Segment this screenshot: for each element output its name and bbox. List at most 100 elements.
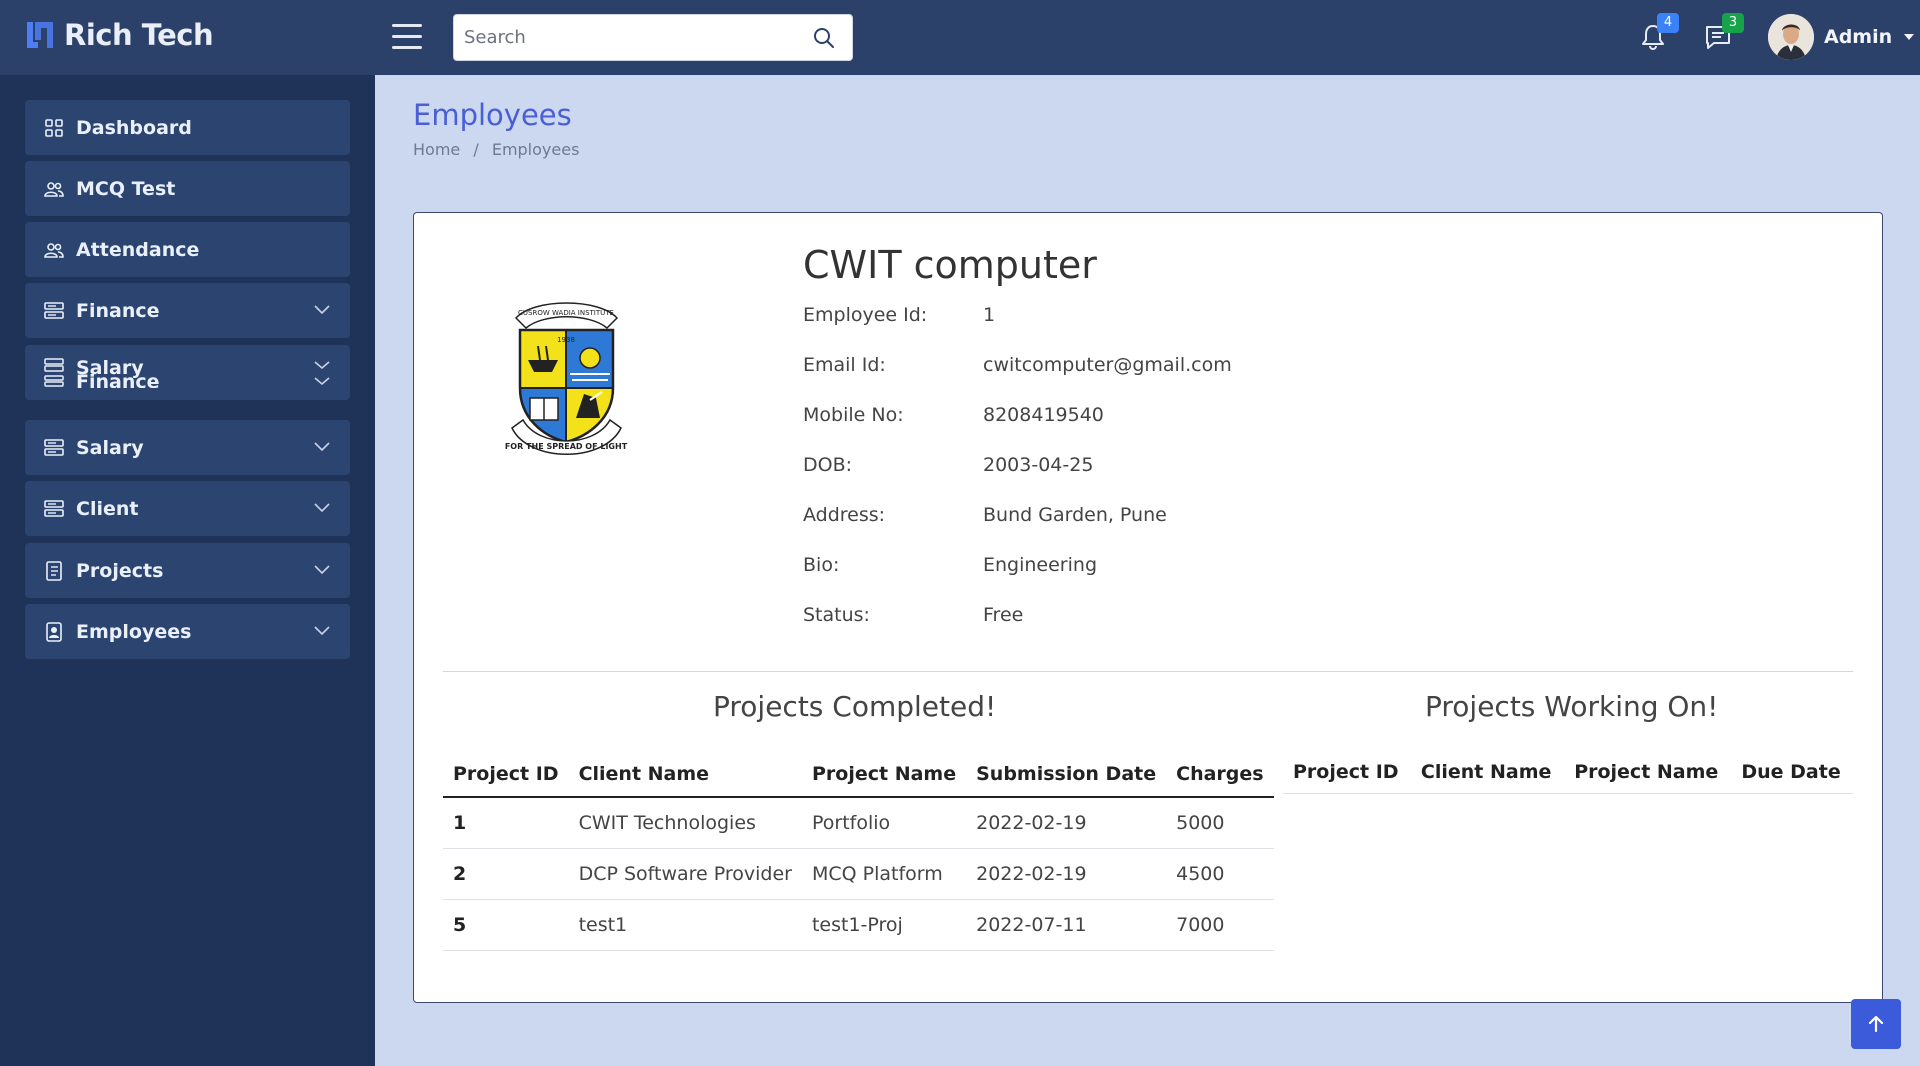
svg-text:1938: 1938: [557, 336, 575, 344]
table-header-row: Project ID Client Name Project Name Due …: [1283, 751, 1853, 794]
person-badge-icon: [46, 622, 62, 642]
field-label: Employee Id:: [803, 304, 928, 326]
projects-completed-table: Project ID Client Name Project Name Subm…: [443, 751, 1274, 951]
table-cell: 2022-02-19: [966, 797, 1167, 849]
user-menu[interactable]: Admin: [1768, 14, 1915, 60]
table-header-row: Project ID Client Name Project Name Subm…: [443, 751, 1274, 798]
table-row: 1 CWIT Technologies Portfolio 2022-02-19…: [443, 797, 1274, 849]
notifications-button[interactable]: 4: [1638, 13, 1679, 52]
user-name: Admin: [1824, 26, 1893, 48]
breadcrumb: Home / Employees: [413, 140, 580, 159]
sidebar-item-label: Projects: [76, 559, 164, 582]
sidebar-item-label: Finance: [76, 299, 160, 322]
brand-logo[interactable]: Rich Tech: [24, 18, 214, 52]
stack-icon: [44, 358, 64, 372]
table-row: 2 DCP Software Provider MCQ Platform 202…: [443, 848, 1274, 900]
chevron-down-icon: [314, 626, 330, 636]
chevron-down-icon: [314, 442, 330, 452]
sidebar-item-employees[interactable]: Employees: [25, 604, 350, 659]
institute-crest-logo: CUSROW WADIA INSTITUTE 1938 FOR THE SPRE…: [505, 302, 628, 455]
back-to-top-button[interactable]: [1851, 999, 1901, 1049]
logo-mark-icon: [27, 22, 53, 48]
field-value: 2003-04-25: [983, 454, 1094, 476]
column-header: Client Name: [1410, 751, 1565, 794]
table-cell: Portfolio: [801, 797, 967, 849]
table-cell: 5: [443, 899, 569, 951]
table-cell: 7000: [1166, 899, 1274, 951]
field-value: Engineering: [983, 554, 1097, 576]
sidebar-toggle-button[interactable]: [392, 24, 422, 50]
table-cell: 5000: [1166, 797, 1274, 849]
field-label: Bio:: [803, 554, 840, 576]
chevron-down-icon: [314, 305, 330, 315]
projects-working-table: Project ID Client Name Project Name Due …: [1283, 751, 1853, 794]
stack-icon: [44, 302, 64, 319]
messages-badge: 3: [1722, 13, 1744, 33]
field-value: 1: [983, 304, 996, 326]
sidebar-item-label: Client: [76, 497, 139, 520]
stack-icon: [44, 375, 64, 387]
search-input[interactable]: [454, 15, 794, 60]
sidebar: Dashboard MCQ Test Attendance Finance Sa…: [0, 75, 375, 1066]
sidebar-item-finance[interactable]: Finance: [25, 283, 350, 338]
table-cell: MCQ Platform: [801, 848, 967, 900]
chevron-down-icon: [314, 377, 330, 386]
field-value: Free: [983, 604, 1024, 626]
sidebar-item-label: Attendance: [76, 238, 200, 261]
field-label: Status:: [803, 604, 870, 626]
breadcrumb-home-link[interactable]: Home: [413, 140, 460, 159]
stack-icon: [44, 439, 64, 456]
projects-completed-title: Projects Completed!: [713, 690, 997, 723]
people-icon: [44, 182, 64, 197]
sidebar-item-salary-finance[interactable]: Salary Finance: [25, 345, 350, 400]
column-header: Project Name: [1564, 751, 1732, 794]
sidebar-item-projects[interactable]: Projects: [25, 543, 350, 598]
field-label: Address:: [803, 504, 886, 526]
top-header: Rich Tech 4 3: [0, 0, 1920, 75]
column-header: Client Name: [568, 751, 802, 798]
table-cell: 2022-02-19: [966, 848, 1167, 900]
column-header: Project Name: [801, 751, 967, 798]
sidebar-item-label: MCQ Test: [76, 177, 176, 200]
table-cell: 1: [443, 797, 569, 849]
sidebar-item-label: Dashboard: [76, 116, 192, 139]
search-icon[interactable]: [812, 26, 836, 50]
field-value: Bund Garden, Pune: [983, 504, 1167, 526]
chevron-down-icon: [314, 565, 330, 575]
column-header: Submission Date: [966, 751, 1167, 798]
field-value: 8208419540: [983, 404, 1104, 426]
journal-icon: [46, 561, 62, 581]
people-icon: [44, 243, 64, 258]
table-cell: DCP Software Provider: [568, 848, 802, 900]
page-title: Employees: [413, 98, 572, 132]
chevron-down-icon: [314, 361, 330, 370]
divider: [443, 671, 1853, 672]
column-header: Charges: [1166, 751, 1274, 798]
grid-icon: [45, 119, 63, 137]
chevron-down-icon: [314, 503, 330, 513]
table-cell: 2: [443, 848, 569, 900]
field-label: Email Id:: [803, 354, 886, 376]
sidebar-item-salary[interactable]: Salary: [25, 420, 350, 475]
sidebar-item-client[interactable]: Client: [25, 481, 350, 536]
messages-button[interactable]: 3: [1703, 13, 1744, 52]
field-value: cwitcomputer@gmail.com: [983, 354, 1232, 376]
table-cell: 2022-07-11: [966, 899, 1167, 951]
sidebar-item-label: Employees: [76, 620, 192, 643]
sidebar-item-mcq-test[interactable]: MCQ Test: [25, 161, 350, 216]
field-label: DOB:: [803, 454, 853, 476]
employee-profile-card: CUSROW WADIA INSTITUTE 1938 FOR THE SPRE…: [413, 212, 1883, 1003]
avatar: [1768, 14, 1814, 60]
column-header: Project ID: [443, 751, 569, 798]
field-label: Mobile No:: [803, 404, 904, 426]
employee-name: CWIT computer: [803, 243, 1097, 287]
sidebar-item-dashboard[interactable]: Dashboard: [25, 100, 350, 155]
brand-name: Rich Tech: [64, 18, 214, 52]
notifications-badge: 4: [1657, 13, 1679, 33]
sidebar-item-attendance[interactable]: Attendance: [25, 222, 350, 277]
chevron-down-icon: [1904, 34, 1915, 40]
sidebar-item-label-overlap: Finance: [76, 374, 160, 388]
stack-icon: [44, 500, 64, 517]
table-cell: test1-Proj: [801, 899, 967, 951]
column-header: Due Date: [1731, 751, 1853, 794]
